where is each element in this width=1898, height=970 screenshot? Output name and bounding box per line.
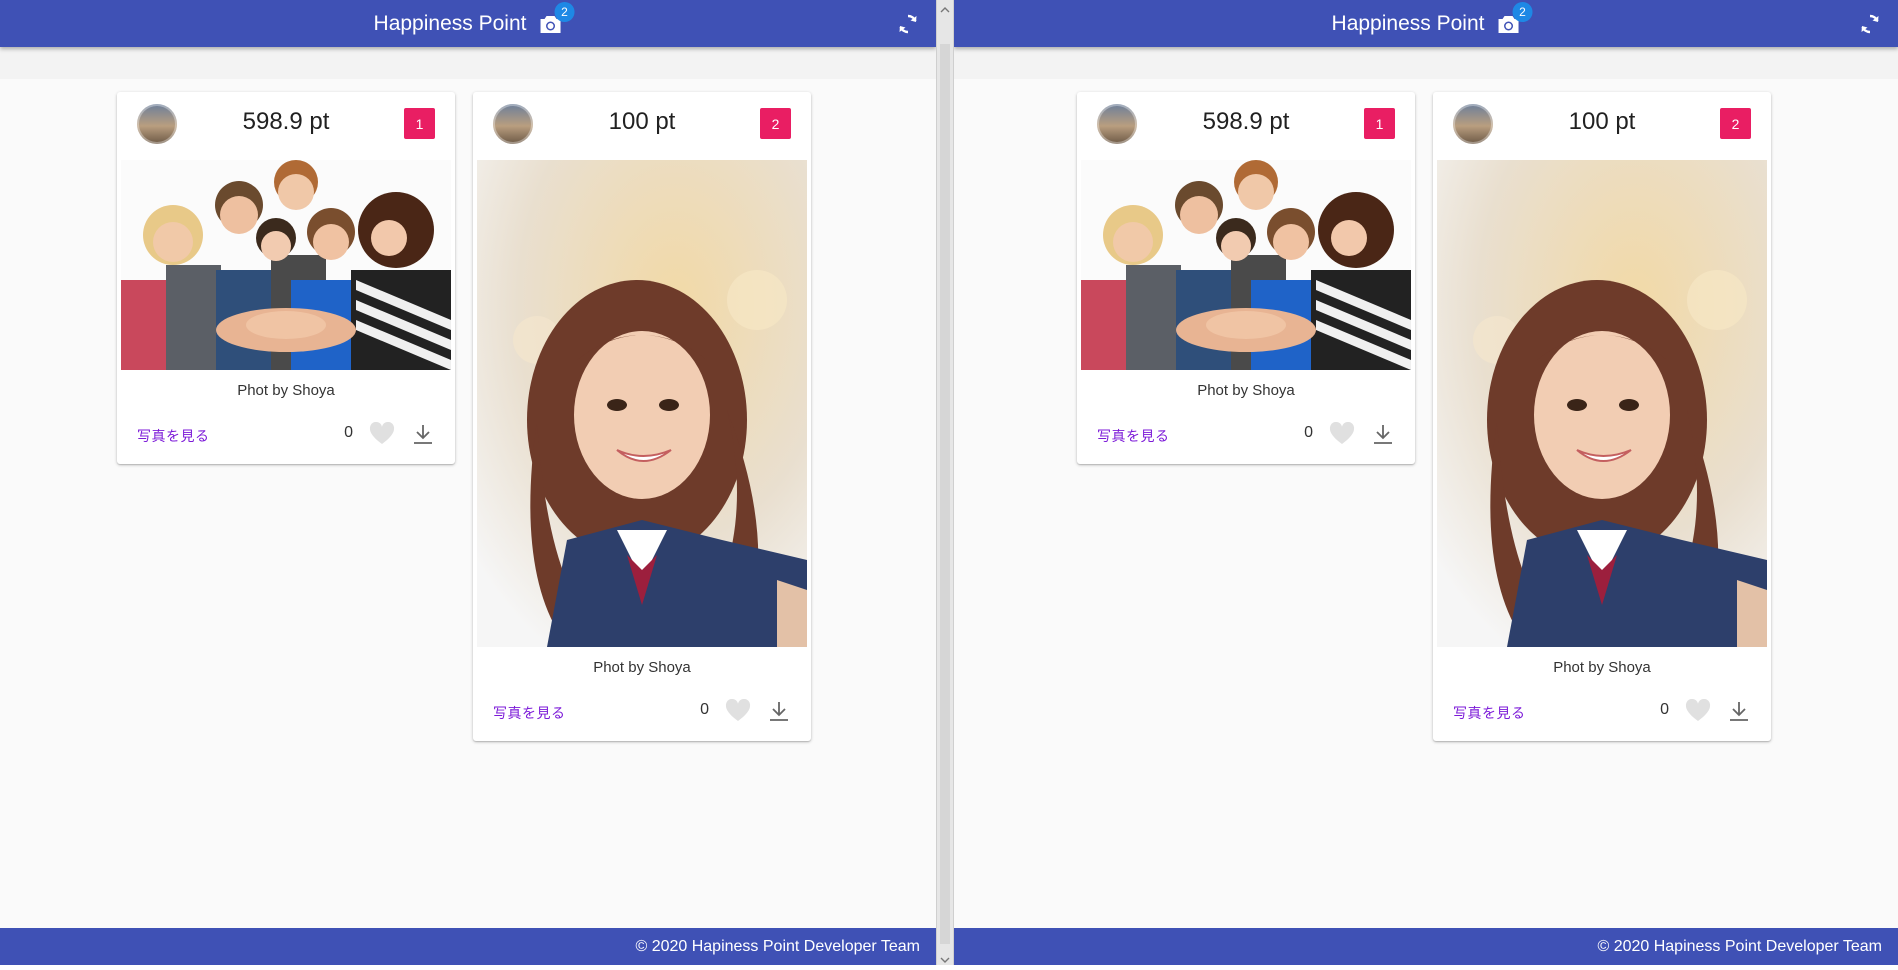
card-actions: 写真を見る 0 [1077,402,1415,464]
card-photo[interactable] [1081,160,1411,370]
camera-count-badge: 2 [1512,1,1533,22]
rank-badge: 2 [1720,108,1751,139]
rank-badge: 2 [760,108,791,139]
photo-caption: Phot by Shoya [593,659,691,676]
card-header: 598.9 pt 1 [117,92,455,160]
heart-icon[interactable] [369,421,395,446]
card-header: 100 pt 2 [1433,92,1771,160]
heart-icon[interactable] [1685,698,1711,723]
download-icon[interactable] [767,699,791,723]
scrollbar-track[interactable] [940,44,950,944]
download-icon[interactable] [1727,699,1751,723]
camera-count-badge: 2 [554,1,575,22]
refresh-icon[interactable] [896,12,920,36]
footer-copyright: © 2020 Hapiness Point Developer Team [1597,938,1882,955]
heart-icon[interactable] [725,698,751,723]
card-photo[interactable] [1437,160,1767,647]
view-photo-link[interactable]: 写真を見る [493,703,566,723]
app-bar: Happiness Point 2 [954,0,1898,47]
refresh-icon[interactable] [1858,12,1882,36]
app-title: Happiness Point [1331,11,1485,35]
scroll-up-icon[interactable] [940,2,950,13]
photo-card: 598.9 pt 1 Phot by Shoya 写真を見る 0 [117,92,455,464]
like-count: 0 [1304,424,1313,441]
card-actions: 写真を見る 0 [117,402,455,464]
view-photo-link[interactable]: 写真を見る [1453,703,1526,723]
download-icon[interactable] [411,422,435,446]
footer: © 2020 Hapiness Point Developer Team [954,928,1898,965]
photo-card: 100 pt 2 Phot by Shoya 写真を見る 0 [1433,92,1771,741]
app-title: Happiness Point [373,11,527,35]
right-pane: Happiness Point 2 598.9 pt 1 Phot by Sho… [954,0,1898,965]
card-actions: 写真を見る 0 [1433,679,1771,741]
heart-icon[interactable] [1329,421,1355,446]
card-photo[interactable] [477,160,807,647]
app-title-group: Happiness Point 2 [1331,0,1533,47]
app-bar: Happiness Point 2 [0,0,936,47]
content-top-band [0,47,936,79]
photo-card: 100 pt 2 Phot by Shoya 写真を見る 0 [473,92,811,741]
camera-icon[interactable]: 2 [1496,1,1533,36]
rank-badge: 1 [404,108,435,139]
content-top-band [954,47,1898,79]
pane-divider-scrollbar[interactable] [936,0,954,965]
photo-card: 598.9 pt 1 Phot by Shoya 写真を見る 0 [1077,92,1415,464]
camera-icon[interactable]: 2 [538,1,575,36]
download-icon[interactable] [1371,422,1395,446]
card-photo[interactable] [121,160,451,370]
view-photo-link[interactable]: 写真を見る [1097,426,1170,446]
footer-copyright: © 2020 Hapiness Point Developer Team [635,938,920,955]
photo-caption: Phot by Shoya [1553,659,1651,676]
photo-caption: Phot by Shoya [237,382,335,399]
like-count: 0 [1660,701,1669,718]
like-count: 0 [344,424,353,441]
rank-badge: 1 [1364,108,1395,139]
photo-caption: Phot by Shoya [1197,382,1295,399]
card-header: 100 pt 2 [473,92,811,160]
scroll-down-icon[interactable] [940,952,950,963]
like-count: 0 [700,701,709,718]
app-title-group: Happiness Point 2 [373,0,575,47]
footer: © 2020 Hapiness Point Developer Team [0,928,936,965]
card-header: 598.9 pt 1 [1077,92,1415,160]
card-actions: 写真を見る 0 [473,679,811,741]
left-pane: Happiness Point 2 598.9 pt 1 Phot by Sho… [0,0,936,965]
view-photo-link[interactable]: 写真を見る [137,426,210,446]
